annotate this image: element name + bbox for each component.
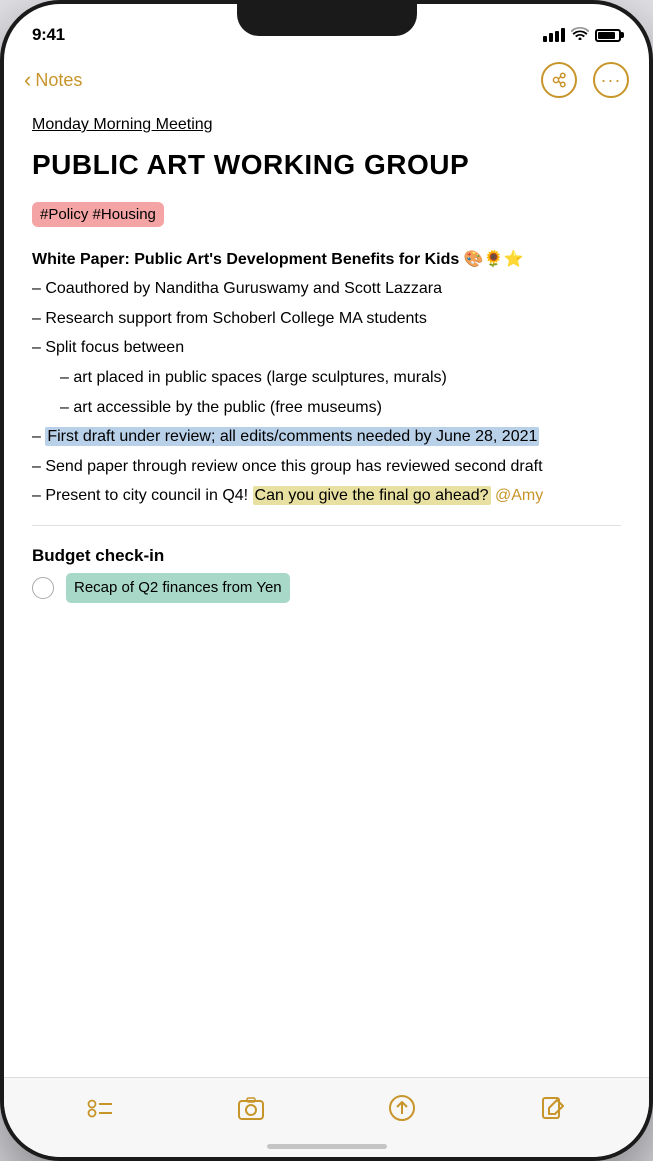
body-line7-highlight: Can you give the final go ahead? (253, 486, 491, 505)
note-body: White Paper: Public Art's Development Be… (32, 247, 621, 604)
note-title: PUBLIC ART WORKING GROUP (32, 148, 621, 182)
more-button[interactable]: ··· (593, 62, 629, 98)
note-subtitle: Monday Morning Meeting (32, 116, 621, 134)
white-paper-heading: White Paper: Public Art's Development Be… (32, 247, 621, 273)
status-time: 9:41 (32, 25, 65, 45)
body-line3: – Split focus between (32, 335, 621, 361)
home-indicator (267, 1144, 387, 1149)
ellipsis-icon: ··· (601, 70, 622, 91)
checkbox[interactable] (32, 577, 54, 599)
budget-heading: Budget check-in (32, 542, 621, 569)
body-line5: – First draft under review; all edits/co… (32, 424, 621, 450)
body-line4a: – art placed in public spaces (large scu… (32, 365, 621, 391)
compose-button[interactable] (380, 1086, 424, 1130)
checklist-text: Recap of Q2 finances from Yen (66, 573, 290, 603)
camera-button[interactable] (229, 1086, 273, 1130)
tag-badge: #Policy #Housing (32, 202, 164, 227)
body-line2: – Research support from Schoberl College… (32, 306, 621, 332)
nav-bar: ‹ Notes ··· (4, 54, 649, 106)
share-button[interactable] (541, 62, 577, 98)
edit-button[interactable] (531, 1086, 575, 1130)
body-line5-highlight: First draft under review; all edits/comm… (45, 427, 539, 446)
checklist-item: Recap of Q2 finances from Yen (32, 573, 621, 603)
body-line1: – Coauthored by Nanditha Guruswamy and S… (32, 276, 621, 302)
body-line7-mention: @Amy (491, 487, 544, 504)
note-content: Monday Morning Meeting PUBLIC ART WORKIN… (4, 106, 649, 1077)
signal-bars-icon (543, 28, 565, 42)
back-arrow-icon: ‹ (24, 67, 31, 93)
checklist-button[interactable] (78, 1086, 122, 1130)
body-line7: – Present to city council in Q4! Can you… (32, 483, 621, 509)
status-icons (543, 27, 621, 43)
body-line7-prefix: – Present to city council in Q4! (32, 487, 253, 504)
section-divider (32, 525, 621, 526)
wifi-icon (571, 27, 589, 43)
nav-action-icons: ··· (541, 62, 629, 98)
back-button[interactable]: ‹ Notes (24, 67, 82, 93)
battery-icon (595, 29, 621, 42)
body-line4b: – art accessible by the public (free mus… (32, 395, 621, 421)
back-label: Notes (35, 70, 82, 91)
body-line5-prefix: – (32, 428, 45, 445)
body-line6: – Send paper through review once this gr… (32, 454, 621, 480)
